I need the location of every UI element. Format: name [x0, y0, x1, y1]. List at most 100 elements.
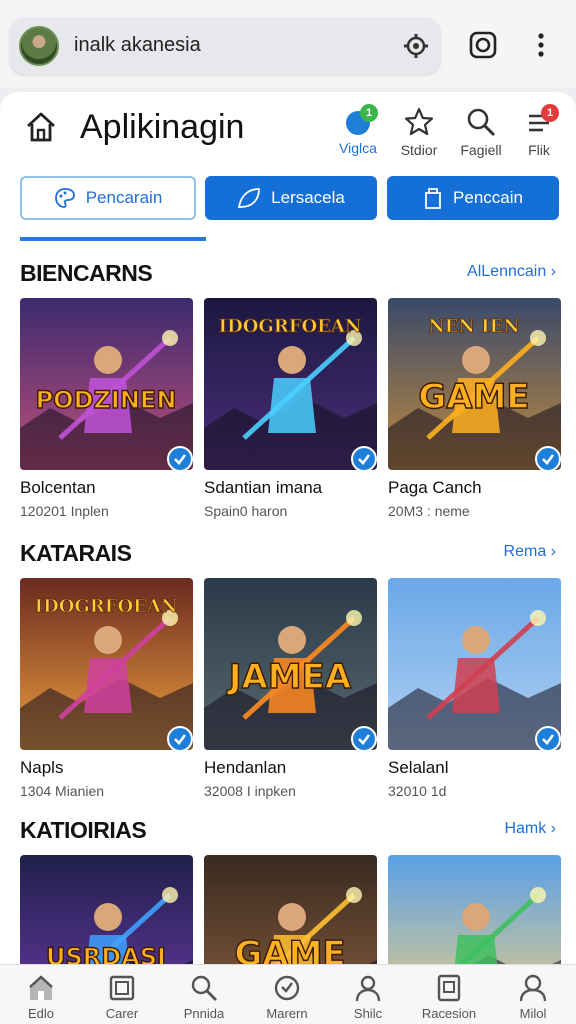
- palette-icon: [54, 188, 75, 208]
- menu-badge: 1: [541, 104, 559, 122]
- nav-item-shilc[interactable]: Shilc: [328, 973, 408, 1021]
- search-icon: [467, 108, 496, 137]
- game-card[interactable]: IDOGRFOEAN Napls 1304 Mianien: [20, 578, 193, 799]
- game-card[interactable]: [388, 855, 561, 964]
- game-card[interactable]: JAMEA Hendanlan 32008 I inpken: [204, 578, 377, 799]
- address-text[interactable]: inalk akanesia: [74, 34, 201, 57]
- game-card-title: Bolcentan: [20, 478, 96, 497]
- profile-icon: [519, 974, 547, 1002]
- nav-item-marern[interactable]: Marern: [247, 973, 327, 1021]
- home-icon[interactable]: [24, 110, 58, 144]
- settings-gear-icon[interactable]: [402, 32, 430, 60]
- game-art: GAME: [204, 855, 377, 964]
- game-card[interactable]: NEN IEN GAME Paga Canch 20M3 : neme: [388, 298, 561, 519]
- game-card-title: Selalanl: [388, 758, 449, 777]
- game-card-subtitle: 120201 Inplen: [20, 503, 109, 519]
- game-thumbnail[interactable]: NEN IEN GAME: [388, 298, 561, 470]
- bag-icon: [425, 188, 441, 209]
- nav-item-label: Pnnida: [183, 1006, 225, 1021]
- filter-chip-lersacela[interactable]: Lersacela: [205, 176, 377, 220]
- notification-badge: 1: [360, 104, 378, 122]
- game-thumbnail[interactable]: [388, 578, 561, 750]
- chevron-right-icon: ›: [546, 820, 556, 837]
- section-link-label: Rema: [503, 543, 547, 560]
- game-card[interactable]: USRDASI: [20, 855, 193, 964]
- filter-chip-penccain[interactable]: Penccain: [387, 176, 559, 220]
- section-see-all-link[interactable]: AlLenncain ›: [467, 263, 556, 281]
- game-card-title: Hendanlan: [204, 758, 287, 777]
- game-card[interactable]: PODZINEN Bolcentan 120201 Inplen: [20, 298, 193, 519]
- game-card-subtitle: 32010 1d: [388, 783, 447, 799]
- nav-item-label: Racesion: [421, 1006, 477, 1021]
- game-art-logo: GAME: [234, 934, 345, 964]
- frame-icon: [109, 975, 135, 1001]
- header-action-label: Flik: [528, 142, 550, 158]
- page-title: Aplikinagin: [80, 108, 245, 146]
- more-vertical-icon[interactable]: [526, 30, 556, 60]
- game-card-subtitle: 1304 Mianien: [20, 783, 105, 799]
- nav-item-label: Carer: [105, 1006, 139, 1021]
- browser-bar: inalk akanesia: [0, 0, 576, 88]
- header-action-label: Viglca: [339, 140, 377, 156]
- game-card[interactable]: IDOGRFOEAN Sdantian imana Spain0 haron: [204, 298, 377, 519]
- game-card[interactable]: Selalanl 32010 1d: [388, 578, 561, 799]
- chevron-right-icon: ›: [546, 543, 556, 560]
- header-action-search[interactable]: Fagiell: [449, 106, 513, 170]
- avatar[interactable]: [19, 26, 59, 66]
- game-card-subtitle: Spain0 haron: [204, 503, 288, 519]
- game-art: IDOGRFOEAN: [204, 298, 377, 470]
- camera-icon[interactable]: [468, 30, 498, 60]
- game-thumbnail[interactable]: USRDASI: [20, 855, 193, 964]
- game-art-logo: PODZINEN: [36, 386, 177, 414]
- tablet-icon: [437, 974, 461, 1002]
- address-bar[interactable]: inalk akanesia: [10, 18, 440, 74]
- section-link-label: Hamk: [504, 820, 547, 837]
- verified-check-icon: [167, 446, 193, 470]
- header-action-notifications[interactable]: 1 Viglca: [326, 104, 390, 170]
- nav-item-racesion[interactable]: Racesion: [409, 973, 489, 1021]
- home-icon: [29, 975, 53, 1000]
- chevron-right-icon: ›: [546, 263, 556, 280]
- game-art: NEN IEN GAME: [388, 298, 561, 470]
- game-thumbnail[interactable]: PODZINEN: [20, 298, 193, 470]
- section-see-all-link[interactable]: Hamk ›: [504, 820, 556, 838]
- game-card[interactable]: GAME: [204, 855, 377, 964]
- header-action-label: Stdior: [400, 142, 438, 158]
- verified-check-icon: [535, 446, 561, 470]
- game-card-title: Napls: [20, 758, 64, 777]
- nav-item-milol[interactable]: Milol: [493, 973, 573, 1021]
- section-link-label: AlLenncain: [467, 263, 547, 280]
- game-art: USRDASI: [20, 855, 193, 964]
- game-art: JAMEA: [204, 578, 377, 750]
- game-thumbnail[interactable]: [388, 855, 561, 964]
- game-thumbnail[interactable]: IDOGRFOEAN: [204, 298, 377, 470]
- clock-icon: [274, 975, 300, 1001]
- game-art-logo: JAMEA: [227, 657, 352, 697]
- game-art-logo: GAME: [418, 377, 529, 417]
- section-title: KATIOIRIAS: [20, 817, 147, 843]
- game-card-title: Sdantian imana: [204, 478, 323, 497]
- search-icon: [191, 975, 217, 1001]
- header-action-menu[interactable]: 1 Flik: [507, 104, 571, 170]
- game-card-subtitle: 32008 I inpken: [204, 783, 296, 799]
- filter-chip-label: Penccain: [453, 188, 523, 207]
- game-thumbnail[interactable]: IDOGRFOEAN: [20, 578, 193, 750]
- game-art: PODZINEN: [20, 298, 193, 470]
- section-title: BIENCARNS: [20, 260, 153, 286]
- nav-item-edlo[interactable]: Edlo: [1, 973, 81, 1021]
- nav-item-carer[interactable]: Carer: [82, 973, 162, 1021]
- bottom-nav: Edlo Carer Pnnida Marern Shilc Racesion …: [0, 964, 576, 1024]
- game-art-heading: IDOGRFOEAN: [35, 596, 178, 617]
- header-action-star[interactable]: Stdior: [387, 106, 451, 170]
- verified-check-icon: [535, 726, 561, 750]
- nav-item-label: Milol: [519, 1006, 547, 1021]
- game-art: [388, 578, 561, 750]
- game-art-heading: NEN IEN: [428, 316, 520, 337]
- main-panel: Aplikinagin 1 Viglca Stdior Fagiell 1 Fl…: [0, 92, 576, 964]
- nav-item-pnnida[interactable]: Pnnida: [164, 973, 244, 1021]
- filter-chip-pencarain[interactable]: Pencarain: [20, 176, 196, 220]
- section-see-all-link[interactable]: Rema ›: [504, 543, 556, 561]
- game-thumbnail[interactable]: JAMEA: [204, 578, 377, 750]
- game-thumbnail[interactable]: GAME: [204, 855, 377, 964]
- filter-chip-label: Pencarain: [85, 188, 163, 207]
